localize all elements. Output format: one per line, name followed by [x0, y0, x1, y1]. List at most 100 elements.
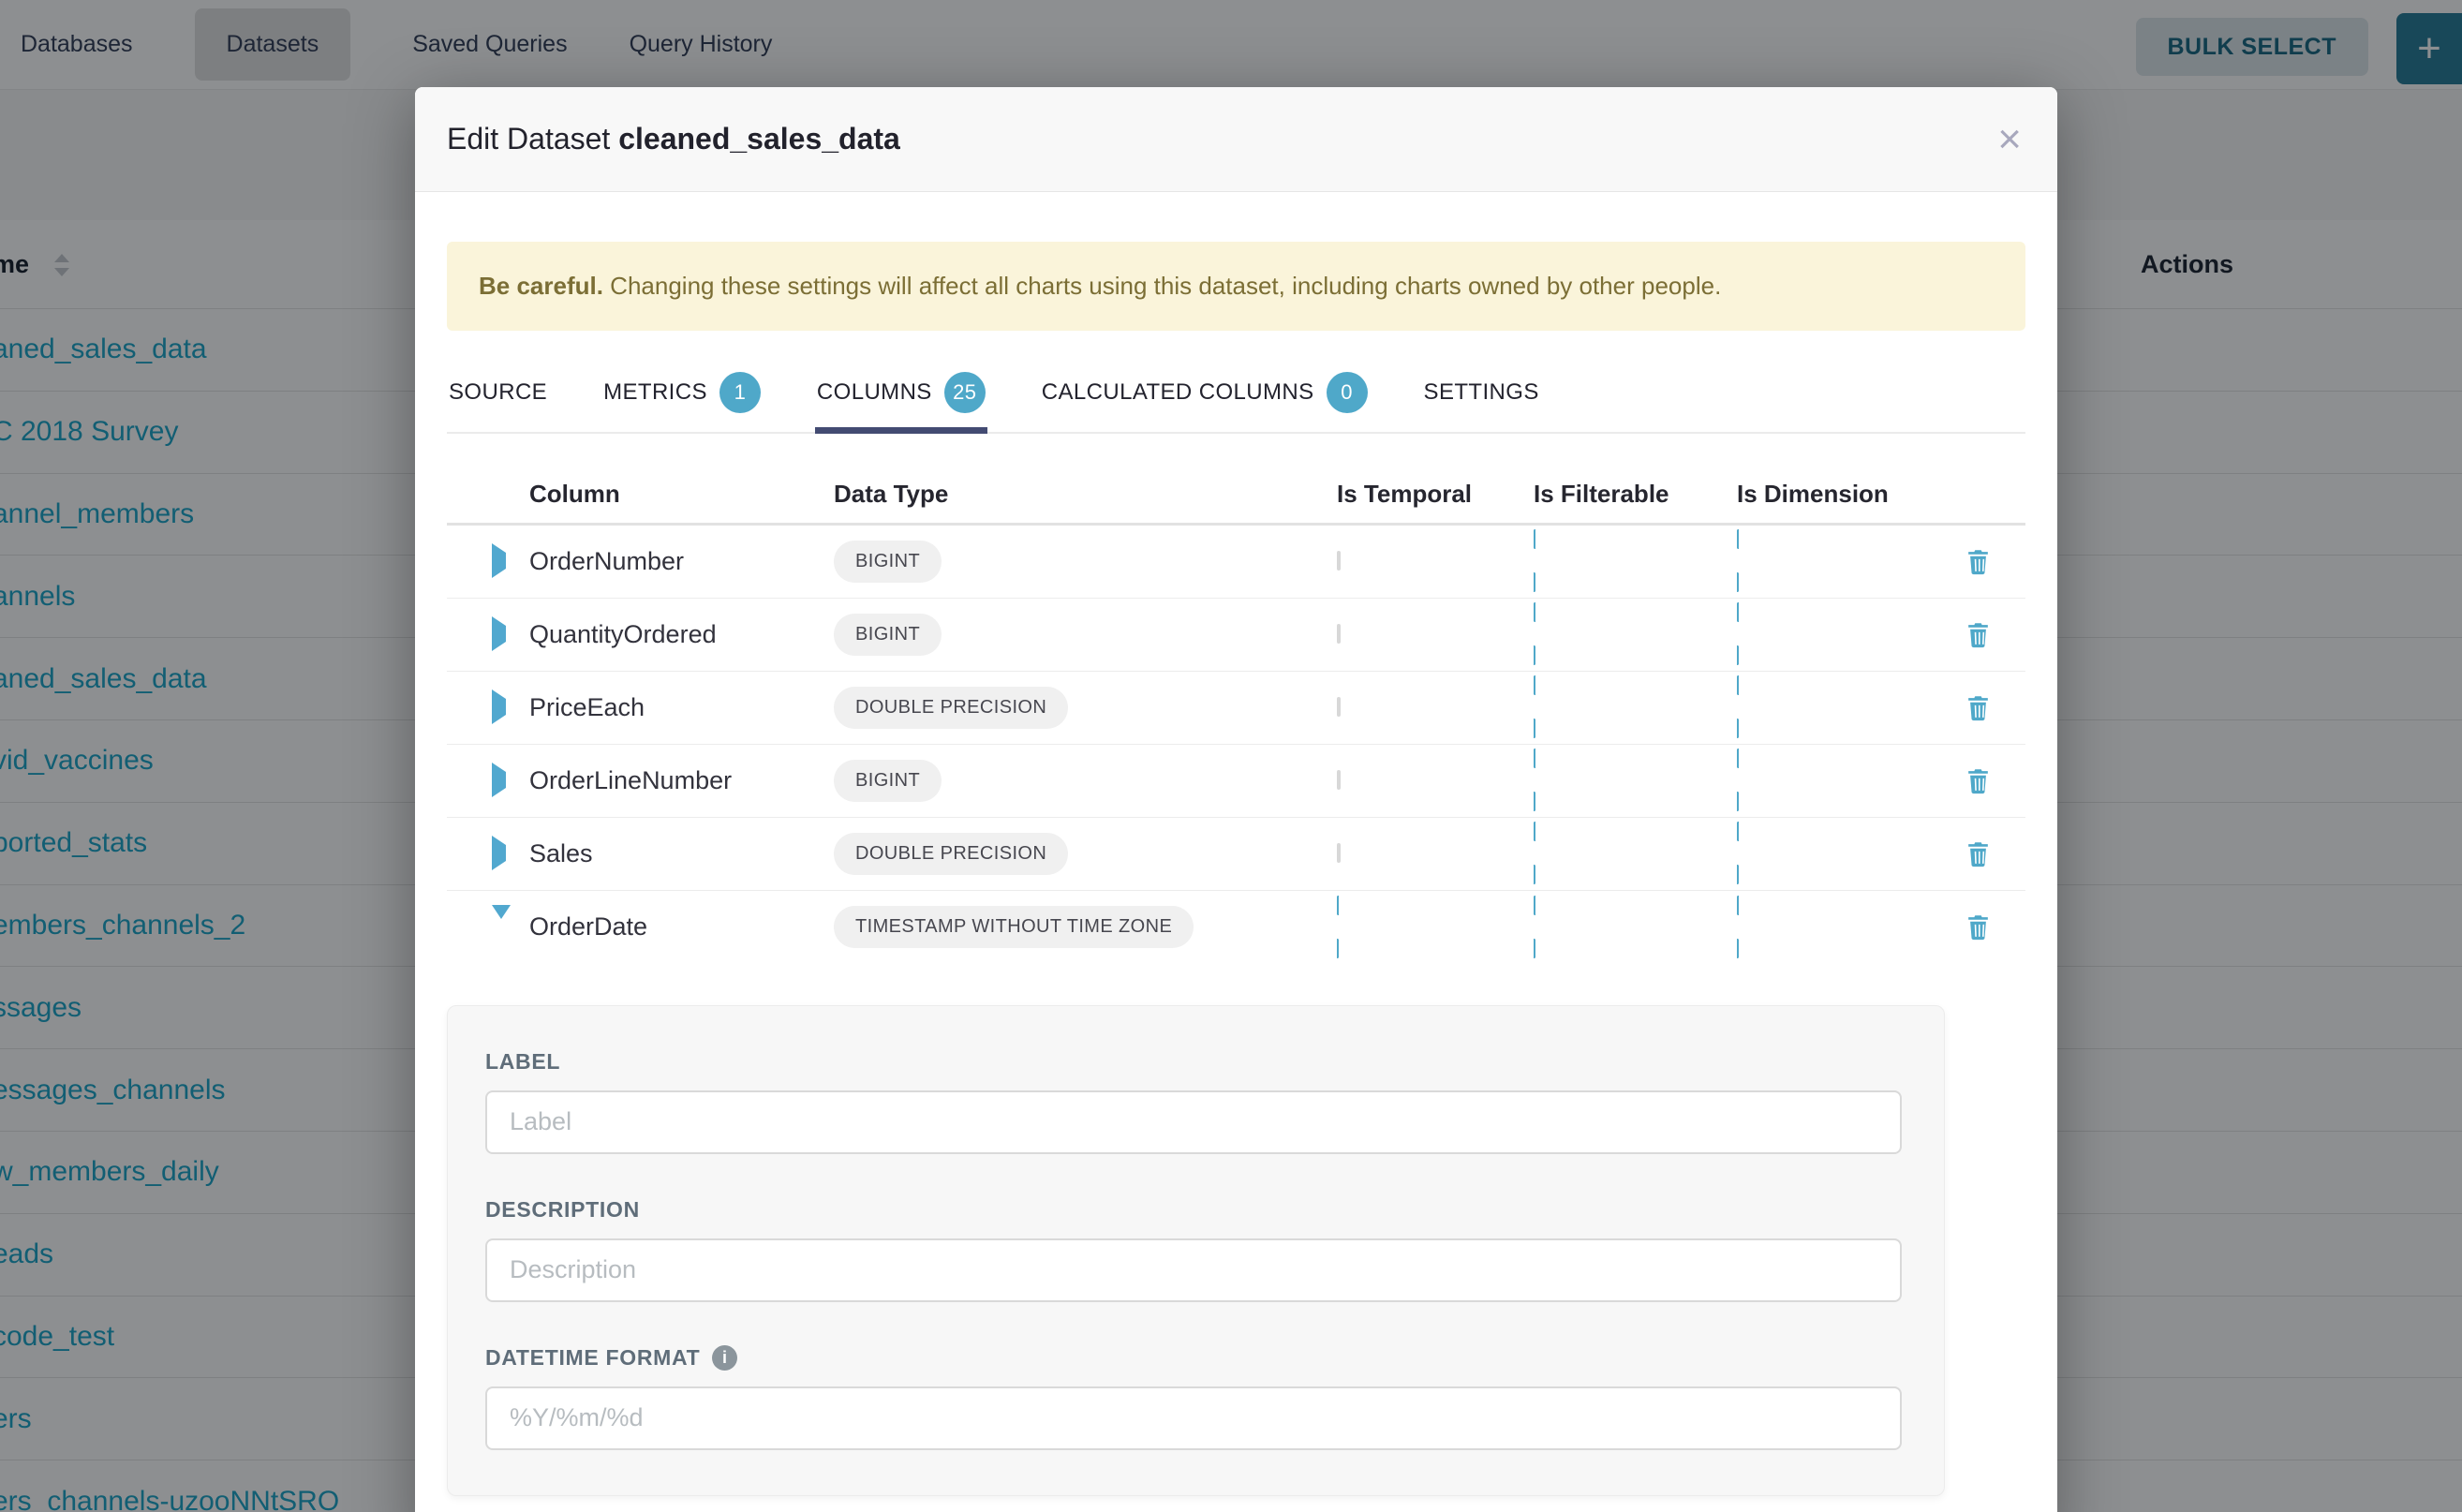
expand-caret-icon[interactable]: [492, 836, 506, 870]
is-temporal-checkbox[interactable]: [1337, 551, 1341, 571]
column-name: OrderDate: [529, 912, 834, 941]
data-type-pill: BIGINT: [834, 614, 942, 656]
trash-icon: [1964, 912, 1993, 941]
editor-field: LABEL: [485, 1049, 1900, 1154]
is-filterable-checkbox[interactable]: [1534, 749, 1737, 811]
is-temporal-checkbox[interactable]: [1337, 624, 1341, 644]
column-row: PriceEach DOUBLE PRECISION: [447, 672, 2025, 745]
field-input[interactable]: [485, 1090, 1902, 1154]
field-label-text: LABEL: [485, 1049, 560, 1075]
modal-body: Be careful. Changing these settings will…: [415, 242, 2057, 1496]
is-dimension-checkbox[interactable]: [1737, 749, 1930, 811]
data-type-pill: BIGINT: [834, 760, 942, 802]
column-row: OrderLineNumber BIGINT: [447, 745, 2025, 818]
expand-caret-icon[interactable]: [492, 905, 511, 935]
delete-column-button[interactable]: [1964, 693, 1993, 722]
close-icon[interactable]: ×: [1997, 119, 2022, 160]
is-filterable-checkbox[interactable]: [1534, 896, 1737, 958]
tab-label: COLUMNS: [817, 379, 932, 406]
warning-banner-text: Changing these settings will affect all …: [603, 272, 1721, 300]
column-editor-panel: LABEL DESCRIPTION DATETIME FORMAT i: [447, 1005, 1945, 1496]
field-input[interactable]: [485, 1386, 1902, 1450]
column-name: PriceEach: [529, 693, 834, 722]
column-name: OrderNumber: [529, 547, 834, 576]
is-dimension-checkbox[interactable]: [1737, 675, 1930, 738]
delete-column-button[interactable]: [1964, 912, 1993, 941]
expand-caret-icon[interactable]: [492, 689, 506, 724]
tab-settings[interactable]: SETTINGS: [1422, 368, 1541, 432]
trash-icon: [1964, 839, 1993, 868]
data-type-pill: DOUBLE PRECISION: [834, 833, 1068, 875]
tab-count-badge: 1: [719, 372, 761, 413]
column-name: QuantityOrdered: [529, 620, 834, 649]
trash-icon: [1964, 693, 1993, 722]
modal-title-prefix: Edit Dataset: [447, 122, 618, 156]
trash-icon: [1964, 766, 1993, 795]
is-dimension-checkbox[interactable]: [1737, 602, 1930, 665]
column-name: OrderLineNumber: [529, 766, 834, 795]
columns-table-body: OrderNumber BIGINT QuantityOrdered BIGIN…: [447, 526, 2025, 964]
column-row: QuantityOrdered BIGINT: [447, 599, 2025, 672]
delete-column-button[interactable]: [1964, 547, 1993, 576]
is-filterable-checkbox[interactable]: [1534, 529, 1737, 592]
editor-field: DESCRIPTION: [485, 1197, 1900, 1302]
tab-label: CALCULATED COLUMNS: [1042, 379, 1314, 406]
is-dimension-checkbox[interactable]: [1737, 529, 1930, 592]
delete-column-button[interactable]: [1964, 620, 1993, 649]
field-label: DATETIME FORMAT i: [485, 1345, 1900, 1371]
data-type-pill: BIGINT: [834, 541, 942, 583]
field-label: DESCRIPTION: [485, 1197, 1900, 1223]
is-filterable-checkbox[interactable]: [1534, 602, 1737, 665]
is-temporal-checkbox[interactable]: [1337, 770, 1341, 790]
tab-metrics[interactable]: METRICS 1: [601, 368, 763, 432]
column-name: Sales: [529, 839, 834, 868]
column-row: OrderDate TIMESTAMP WITHOUT TIME ZONE: [447, 891, 2025, 964]
edit-dataset-modal: Edit Dataset cleaned_sales_data × Be car…: [415, 87, 2057, 1512]
tab-label: METRICS: [603, 379, 707, 406]
field-label-text: DATETIME FORMAT: [485, 1345, 700, 1371]
modal-header: Edit Dataset cleaned_sales_data ×: [415, 87, 2057, 192]
field-label: LABEL: [485, 1049, 1900, 1075]
warning-banner: Be careful. Changing these settings will…: [447, 242, 2025, 331]
is-filterable-header: Is Filterable: [1534, 480, 1737, 509]
is-temporal-header: Is Temporal: [1337, 480, 1534, 509]
datasets-page: Databases Datasets Saved Queries Query H…: [0, 0, 2462, 1512]
column-row: OrderNumber BIGINT: [447, 526, 2025, 599]
tab-label: SETTINGS: [1424, 379, 1539, 406]
is-dimension-header: Is Dimension: [1737, 480, 1930, 509]
expand-caret-icon[interactable]: [492, 763, 506, 797]
is-dimension-checkbox[interactable]: [1737, 822, 1930, 884]
field-label-text: DESCRIPTION: [485, 1197, 640, 1223]
tab-count-badge: 25: [944, 372, 986, 413]
trash-icon: [1964, 547, 1993, 576]
tab-columns[interactable]: COLUMNS 25: [815, 368, 987, 432]
field-input[interactable]: [485, 1238, 1902, 1302]
is-temporal-checkbox[interactable]: [1337, 697, 1341, 717]
expand-caret-icon[interactable]: [492, 616, 506, 651]
columns-table-header: Column Data Type Is Temporal Is Filterab…: [447, 466, 2025, 526]
is-temporal-checkbox[interactable]: [1337, 843, 1341, 863]
tab-count-badge: 0: [1327, 372, 1368, 413]
is-filterable-checkbox[interactable]: [1534, 822, 1737, 884]
tab-source[interactable]: SOURCE: [447, 368, 549, 432]
tab-label: SOURCE: [449, 379, 547, 406]
delete-column-button[interactable]: [1964, 839, 1993, 868]
column-header: Column: [529, 480, 834, 509]
delete-column-button[interactable]: [1964, 766, 1993, 795]
modal-tabs: SOURCE METRICS 1 COLUMNS 25 CALCULATED C…: [447, 368, 2025, 434]
column-row: Sales DOUBLE PRECISION: [447, 818, 2025, 891]
data-type-pill: TIMESTAMP WITHOUT TIME ZONE: [834, 906, 1194, 948]
warning-banner-bold: Be careful.: [479, 272, 603, 300]
expand-caret-icon[interactable]: [492, 543, 506, 578]
tab-calculated-columns[interactable]: CALCULATED COLUMNS 0: [1040, 368, 1370, 432]
data-type-header: Data Type: [834, 480, 1337, 509]
info-icon: i: [712, 1345, 737, 1371]
is-dimension-checkbox[interactable]: [1737, 896, 1930, 958]
trash-icon: [1964, 620, 1993, 649]
is-temporal-checkbox[interactable]: [1337, 896, 1534, 958]
modal-title: Edit Dataset cleaned_sales_data: [447, 122, 900, 156]
is-filterable-checkbox[interactable]: [1534, 675, 1737, 738]
data-type-pill: DOUBLE PRECISION: [834, 687, 1068, 729]
modal-dataset-name: cleaned_sales_data: [618, 122, 900, 156]
editor-field: DATETIME FORMAT i: [485, 1345, 1900, 1450]
